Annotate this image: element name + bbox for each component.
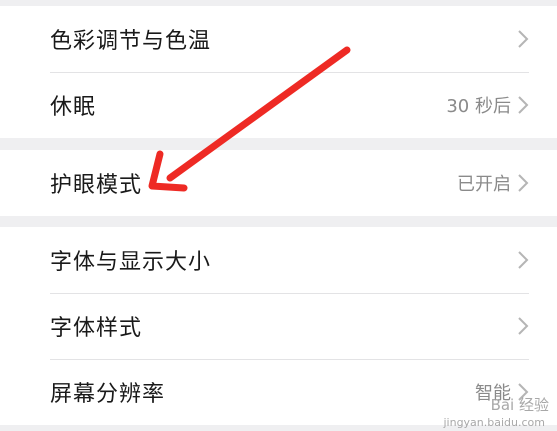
setting-label: 色彩调节与色温 (50, 29, 212, 54)
setting-font-style[interactable]: 字体样式 (0, 293, 557, 359)
setting-label: 护眼模式 (50, 173, 143, 198)
settings-group-eye: 护眼模式 已开启 (0, 150, 557, 216)
setting-label: 休眠 (50, 95, 97, 120)
settings-group-display: 色彩调节与色温 休眠 30 秒后 (0, 6, 557, 138)
setting-value: 30 秒后 (446, 96, 511, 117)
chevron-right-icon (518, 317, 529, 335)
chevron-right-icon (518, 30, 529, 48)
setting-label: 字体样式 (50, 316, 143, 341)
chevron-right-icon (518, 174, 529, 192)
setting-color-temperature[interactable]: 色彩调节与色温 (0, 6, 557, 72)
setting-value: 已开启 (457, 174, 511, 195)
settings-screen: 色彩调节与色温 休眠 30 秒后 护眼模式 已开启 字体与显示大小 字体样式 屏… (0, 0, 557, 431)
setting-font-display-size[interactable]: 字体与显示大小 (0, 227, 557, 293)
chevron-right-icon (518, 251, 529, 269)
setting-label: 字体与显示大小 (50, 250, 212, 275)
setting-label: 屏幕分辨率 (50, 382, 166, 407)
watermark-logo: Bai 经验 (490, 396, 549, 414)
settings-group-font: 字体与显示大小 字体样式 屏幕分辨率 智能 (0, 227, 557, 425)
chevron-right-icon (518, 96, 529, 114)
setting-sleep[interactable]: 休眠 30 秒后 (0, 72, 557, 138)
watermark-url: jingyan.baidu.com (443, 416, 545, 429)
setting-eye-care-mode[interactable]: 护眼模式 已开启 (0, 150, 557, 216)
